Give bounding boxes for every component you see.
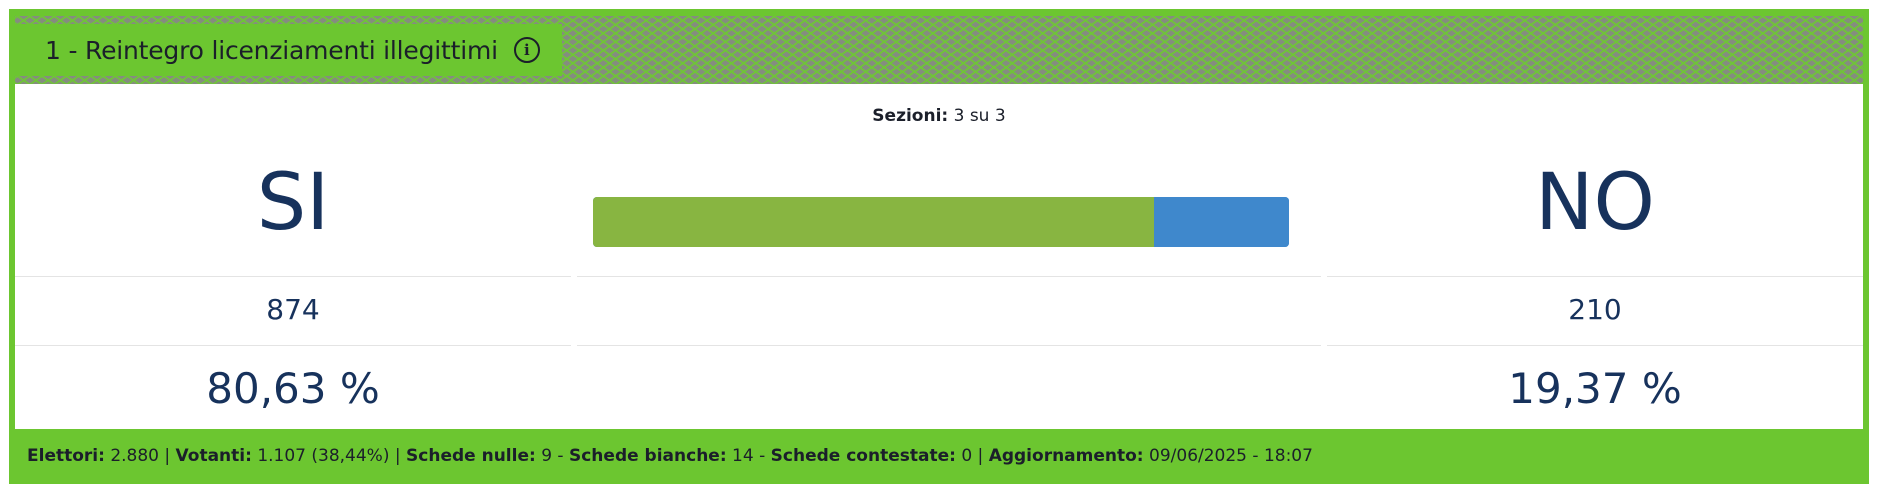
blank-ballots-label: Schede bianche: bbox=[568, 446, 727, 466]
yes-percent: 80,63 % bbox=[206, 364, 380, 413]
contested-ballots-label: Schede contestate: bbox=[770, 446, 956, 466]
no-percent: 19,37 % bbox=[1508, 364, 1682, 413]
middle-divider-top bbox=[577, 276, 1321, 277]
update-value: 09/06/2025 - 18:07 bbox=[1149, 446, 1313, 466]
stats-footer: Elettori: 2.880 | Votanti: 1.107 (38,44%… bbox=[27, 446, 1313, 466]
middle-column bbox=[577, 84, 1321, 429]
electors-value: 2.880 bbox=[110, 446, 159, 466]
update-label: Aggiornamento: bbox=[988, 446, 1144, 466]
voters-label: Votanti: bbox=[175, 446, 252, 466]
yes-votes: 874 bbox=[266, 293, 320, 326]
yes-divider-bottom bbox=[15, 345, 571, 346]
referendum-card: 1 - Reintegro licenziamenti illegittimi … bbox=[9, 9, 1869, 484]
electors-label: Elettori: bbox=[27, 446, 105, 466]
info-icon[interactable]: i bbox=[513, 37, 540, 63]
result-bar bbox=[593, 197, 1289, 247]
card-header: 1 - Reintegro licenziamenti illegittimi … bbox=[15, 16, 1863, 84]
null-ballots-value: 9 bbox=[541, 446, 553, 466]
voters-value: 1.107 (38,44%) bbox=[257, 446, 390, 466]
no-divider-bottom bbox=[1327, 345, 1863, 346]
no-label: NO bbox=[1535, 158, 1655, 248]
contested-ballots-value: 0 bbox=[961, 446, 973, 466]
result-bar-no-segment bbox=[1154, 197, 1289, 247]
question-title: 1 - Reintegro licenziamenti illegittimi bbox=[45, 35, 498, 65]
no-divider-top bbox=[1327, 276, 1863, 277]
yes-divider-top bbox=[15, 276, 571, 277]
question-title-tab: 1 - Reintegro licenziamenti illegittimi … bbox=[15, 24, 562, 76]
no-column: NO 210 19,37 % bbox=[1327, 84, 1863, 429]
yes-column: SI 874 80,63 % bbox=[15, 84, 571, 429]
middle-divider-bottom bbox=[577, 345, 1321, 346]
no-votes: 210 bbox=[1568, 293, 1622, 326]
yes-label: SI bbox=[256, 158, 330, 248]
results-panel: Sezioni: 3 su 3 SI 874 80,63 % NO 210 19… bbox=[15, 84, 1863, 429]
result-bar-yes-segment bbox=[593, 197, 1155, 247]
blank-ballots-value: 14 bbox=[732, 446, 754, 466]
null-ballots-label: Schede nulle: bbox=[406, 446, 536, 466]
